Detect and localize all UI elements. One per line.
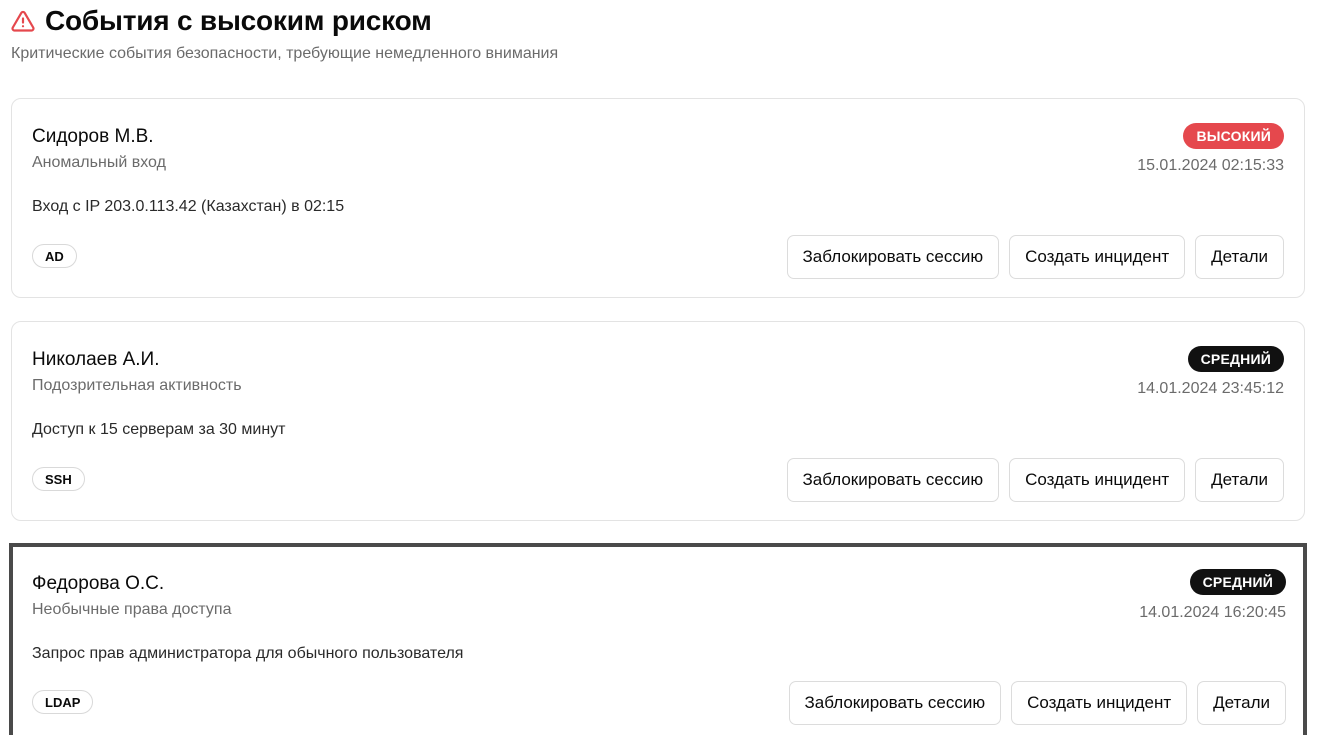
event-type: Аномальный вход <box>32 154 166 171</box>
details-button[interactable]: Детали <box>1195 235 1284 279</box>
event-type: Необычные права доступа <box>32 601 232 618</box>
event-actions: Заблокировать сессию Создать инцидент Де… <box>786 235 1284 279</box>
block-session-button[interactable]: Заблокировать сессию <box>786 235 1000 279</box>
event-timestamp: 14.01.2024 16:20:45 <box>1139 604 1286 621</box>
create-incident-button[interactable]: Создать инцидент <box>1009 235 1186 279</box>
page-subtitle: Критические события безопасности, требую… <box>11 45 559 62</box>
details-button[interactable]: Детали <box>1195 458 1284 502</box>
event-card[interactable]: Николаев А.И. Подозрительная активность … <box>11 321 1305 521</box>
page-title: События с высоким риском <box>45 5 432 36</box>
risk-badge: СРЕДНИЙ <box>1189 569 1286 595</box>
event-user-name: Сидоров М.В. <box>32 126 154 147</box>
create-incident-button[interactable]: Создать инцидент <box>1011 681 1188 725</box>
warning-triangle-icon <box>11 9 35 33</box>
page-header: События с высоким риском Критические соб… <box>11 0 558 65</box>
details-button[interactable]: Детали <box>1197 681 1286 725</box>
event-timestamp: 14.01.2024 23:45:12 <box>1137 380 1284 397</box>
create-incident-button[interactable]: Создать инцидент <box>1009 458 1186 502</box>
block-session-button[interactable]: Заблокировать сессию <box>788 681 1002 725</box>
event-description: Запрос прав администратора для обычного … <box>32 645 464 662</box>
high-risk-events-page: События с высоким риском Критические соб… <box>0 0 1317 736</box>
event-user-name: Федорова О.С. <box>32 573 165 594</box>
block-session-button[interactable]: Заблокировать сессию <box>786 458 1000 502</box>
event-user-name: Николаев А.И. <box>32 349 160 370</box>
event-description: Вход с IP 203.0.113.42 (Казахстан) в 02:… <box>32 198 345 215</box>
event-card[interactable]: Сидоров М.В. Аномальный вход Вход с IP 2… <box>11 98 1305 298</box>
event-timestamp: 15.01.2024 02:15:33 <box>1137 157 1284 174</box>
source-tag: LDAP <box>32 690 94 714</box>
event-actions: Заблокировать сессию Создать инцидент Де… <box>788 681 1286 725</box>
risk-badge: СРЕДНИЙ <box>1187 346 1284 372</box>
source-tag: AD <box>32 244 77 268</box>
title-row: События с высоким риском <box>11 0 558 42</box>
event-actions: Заблокировать сессию Создать инцидент Де… <box>786 458 1284 502</box>
event-type: Подозрительная активность <box>32 377 242 394</box>
event-card-selected[interactable]: Федорова О.С. Необычные права доступа За… <box>9 543 1307 735</box>
source-tag: SSH <box>32 467 85 491</box>
risk-badge: ВЫСОКИЙ <box>1183 123 1284 149</box>
event-description: Доступ к 15 серверам за 30 минут <box>32 421 286 438</box>
